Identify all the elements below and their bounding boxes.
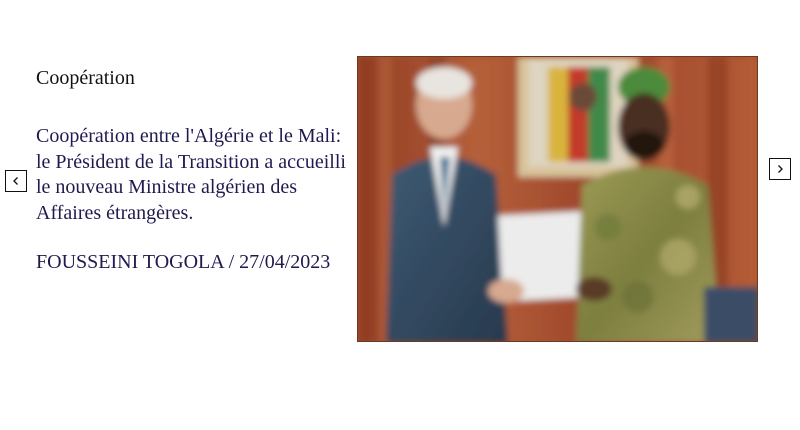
article-category: Coopération — [36, 67, 135, 89]
chevron-right-icon — [778, 165, 783, 173]
article-headline-link[interactable]: Coopération entre l'Algérie et le Mali: … — [36, 124, 356, 226]
news-carousel: Coopération Coopération entre l'Algérie … — [0, 0, 800, 430]
article-photo[interactable] — [357, 56, 758, 342]
carousel-next-button[interactable] — [769, 158, 791, 180]
article-byline: FOUSSEINI TOGOLA / 27/04/2023 — [36, 251, 331, 273]
chevron-left-icon — [13, 177, 18, 185]
carousel-prev-button[interactable] — [5, 170, 27, 192]
photo-illustration — [358, 57, 757, 341]
